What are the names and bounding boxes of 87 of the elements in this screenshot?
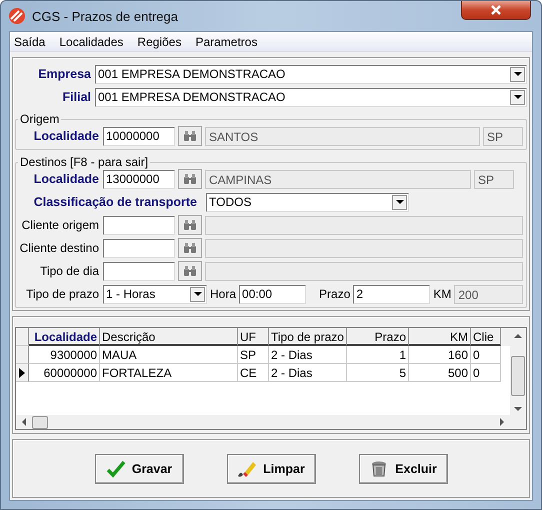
code-field[interactable] <box>103 216 175 234</box>
code-field[interactable]: 13000000 <box>103 170 175 188</box>
group-title: Origem <box>19 112 60 126</box>
binoculars-icon <box>183 130 197 142</box>
table-cell: CE <box>238 364 269 382</box>
table-cell: 1 <box>347 346 409 364</box>
menu-item[interactable]: Saída <box>13 34 46 48</box>
code-field[interactable] <box>103 238 175 258</box>
table-cell: 2 - Dias <box>269 346 347 364</box>
column-header[interactable]: KM <box>409 328 471 346</box>
column-header[interactable]: Clie <box>471 328 501 346</box>
city-name-field: SANTOS <box>205 126 480 146</box>
scroll-thumb[interactable] <box>511 356 525 396</box>
horizontal-scrollbar[interactable] <box>16 415 510 429</box>
app-logo-icon <box>8 7 26 25</box>
field-label: Tipo de prazo <box>25 287 100 301</box>
caret-icon <box>514 95 522 99</box>
table-cell: 0 <box>471 346 501 364</box>
field-label: Empresa <box>37 67 92 81</box>
field-label: Filial <box>62 90 92 104</box>
search-button[interactable] <box>178 215 202 235</box>
scroll-left-icon[interactable] <box>22 418 26 426</box>
table-cell: 5 <box>347 364 409 382</box>
column-header[interactable]: Localidade <box>29 328 100 346</box>
table-cell: 160 <box>409 346 471 364</box>
table-cell: FORTALEZA <box>100 364 238 382</box>
company-dropdown[interactable]: 001 EMPRESA DEMONSTRACAO <box>95 64 527 84</box>
scroll-down-icon[interactable] <box>514 407 522 411</box>
table-cell: 500 <box>409 364 471 382</box>
eraser-icon <box>237 460 258 478</box>
action-button[interactable]: Excluir <box>358 454 448 484</box>
field-label: Cliente destino <box>19 241 100 255</box>
binoculars-icon <box>183 173 197 185</box>
field-label: Prazo <box>319 287 350 301</box>
city-name-field: CAMPINAS <box>205 170 471 188</box>
field-label: Localidade <box>32 129 100 143</box>
search-button[interactable] <box>178 126 202 146</box>
scroll-up-icon[interactable] <box>514 334 522 338</box>
caret-icon <box>396 200 404 204</box>
close-button[interactable] <box>461 1 531 20</box>
close-icon <box>490 5 502 15</box>
km-field: 200 <box>454 284 523 304</box>
table-cell: 60000000 <box>29 364 100 382</box>
scroll-thumb[interactable] <box>32 416 48 428</box>
field-label: Localidade <box>32 172 100 186</box>
state-field: SP <box>483 126 523 146</box>
menu-item[interactable]: Parametros <box>194 34 258 48</box>
column-header[interactable]: UF <box>238 328 269 346</box>
window-title: CGS - Prazos de entrega <box>32 8 178 24</box>
table-cell: 0 <box>471 364 501 382</box>
table-cell: 9300000 <box>29 346 100 364</box>
transport-class-dropdown[interactable]: TODOS <box>206 192 409 212</box>
state-field: SP <box>474 170 514 188</box>
action-button[interactable]: Gravar <box>94 454 184 484</box>
field-label: KM <box>433 287 452 301</box>
scroll-right-icon[interactable] <box>500 418 504 426</box>
table-cell: MAUA <box>100 346 238 364</box>
binoculars-icon <box>183 219 197 231</box>
checkmark-icon <box>106 460 126 478</box>
column-header[interactable]: Descrição <box>100 328 238 346</box>
hour-field[interactable]: 00:00 <box>239 284 306 304</box>
binoculars-icon <box>183 242 197 254</box>
table-cell: SP <box>238 346 269 364</box>
branch-dropdown[interactable]: 001 EMPRESA DEMONSTRACAO <box>95 88 527 106</box>
deadline-type-dropdown[interactable]: 1 - Horas <box>103 284 207 304</box>
column-header[interactable]: Tipo de prazo <box>269 328 347 346</box>
group-title: Destinos [F8 - para sair] <box>19 155 150 169</box>
menu-item[interactable]: Localidades <box>58 34 124 48</box>
field-label: Tipo de dia <box>39 264 100 278</box>
column-header[interactable]: Prazo <box>347 328 409 346</box>
search-button[interactable] <box>178 238 202 258</box>
action-button[interactable]: Limpar <box>226 454 316 484</box>
field-label: Classificação de transporte <box>32 195 198 209</box>
code-field[interactable]: 10000000 <box>103 126 175 146</box>
caret-icon <box>514 72 522 76</box>
field-label: Hora <box>210 287 236 301</box>
row-indicator[interactable] <box>16 364 29 382</box>
deadline-field[interactable]: 2 <box>353 284 430 304</box>
table-cell: 2 - Dias <box>269 364 347 382</box>
vertical-scrollbar[interactable] <box>510 328 526 429</box>
caret-icon <box>194 292 202 296</box>
binoculars-icon <box>183 265 197 277</box>
field-label: Cliente origem <box>20 218 100 232</box>
menu-item[interactable]: Regiões <box>136 34 182 48</box>
search-button[interactable] <box>178 261 202 281</box>
search-button[interactable] <box>178 169 202 189</box>
code-field[interactable] <box>103 262 175 280</box>
